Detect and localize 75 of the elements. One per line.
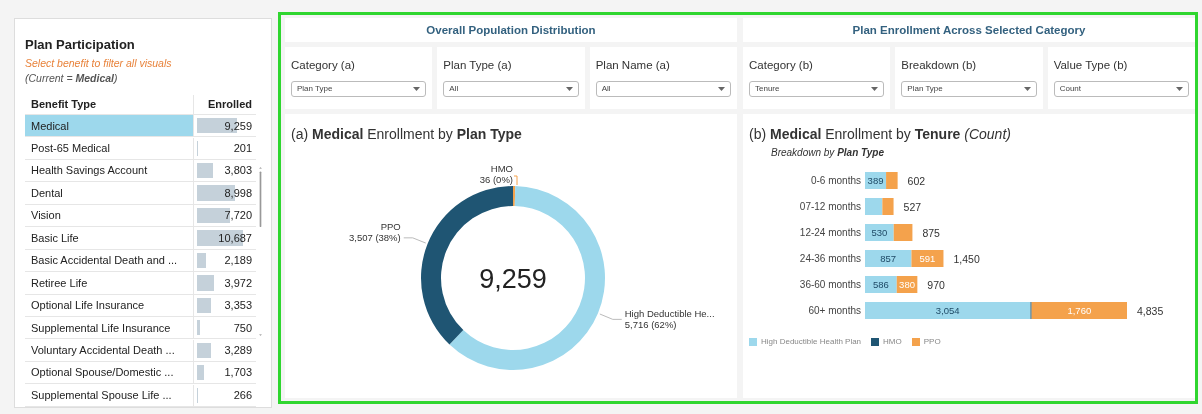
table-cell-text: 3,353 — [224, 298, 252, 314]
filter-label: Category (b) — [749, 58, 814, 73]
category-label: 07-12 months — [799, 201, 861, 212]
filter-label: Breakdown (b) — [901, 58, 978, 73]
segment-label: 389 — [867, 175, 884, 186]
total-value: 9,259 — [479, 264, 547, 294]
dropdown[interactable]: Count — [1053, 81, 1189, 98]
table-cell-text: 3,289 — [224, 343, 252, 359]
table-cell-text: 9,259 — [224, 118, 252, 134]
slice-label: HMO 36 (0%) — [479, 163, 513, 185]
dropdown[interactable]: Tenure — [749, 81, 885, 98]
category-label: 0-6 months — [810, 175, 861, 186]
segment-label: 857 — [880, 253, 897, 264]
table-row-name[interactable]: Voluntary Accidental Death ... — [25, 339, 194, 362]
dropdown[interactable]: Plan Type — [901, 81, 1037, 98]
filter-label: Category (a) — [291, 58, 356, 73]
total-label: 527 — [903, 200, 922, 213]
total-label: 1,450 — [953, 252, 980, 265]
legend-label: HMO — [883, 336, 902, 348]
table-row-name[interactable]: Dental — [25, 182, 194, 205]
table-cell-text: 201 — [233, 140, 252, 156]
table-row-name[interactable]: Post-65 Medical — [25, 137, 194, 160]
table-row-name[interactable]: Vision — [25, 204, 194, 228]
table-cell-text: 3,972 — [224, 275, 252, 291]
panel-title: Plan Participation — [25, 36, 136, 54]
dropdown[interactable]: All — [595, 81, 731, 98]
filter-label: Value Type (b) — [1053, 58, 1129, 73]
table-cell-text: 8,998 — [224, 185, 252, 201]
slice-label: PPO 3,507 (38%) — [348, 220, 401, 243]
table-row-name[interactable]: Retiree Life — [25, 272, 194, 295]
hint-text: Select benefit to filter all visuals — [25, 55, 173, 71]
table-cell-text: 266 — [233, 387, 252, 403]
section-heading: Overall Population Distribution — [285, 18, 737, 42]
dropdown[interactable]: Plan Type — [291, 81, 427, 98]
table-row-name[interactable]: Optional Spouse/Domestic ... — [25, 362, 194, 385]
total-label: 875 — [922, 226, 940, 239]
chart-title: (b) Medical Enrollment by Tenure (Count) — [749, 125, 1012, 144]
total-label: 970 — [927, 278, 945, 291]
segment-label: 3,054 — [935, 305, 960, 316]
table-cell-text: 7,720 — [224, 208, 252, 224]
segment-label: 1,760 — [1067, 305, 1092, 316]
table-row-name[interactable]: Basic Accidental Death and ... — [25, 249, 194, 273]
table-cell-text: 3,803 — [224, 163, 252, 179]
table-row-name[interactable]: Basic Life — [25, 227, 194, 250]
table-cell-text: 750 — [233, 320, 252, 336]
slice-label: High Deductible He... 5,716 (62%) — [624, 308, 715, 331]
current-selection-text: (Current = Medical) — [25, 71, 119, 87]
table-row-name[interactable]: Health Savings Account — [25, 160, 194, 183]
column-header[interactable]: Benefit Type — [31, 96, 97, 113]
segment-label: 530 — [871, 227, 888, 238]
dropdown[interactable]: All — [443, 81, 579, 98]
table-row-name[interactable]: Supplemental Spouse Life ... — [25, 384, 194, 407]
table-cell-text: 10,687 — [218, 230, 252, 246]
filter-label: Plan Type (a) — [443, 58, 513, 73]
table-row-name[interactable]: Medical — [25, 115, 194, 138]
category-label: 60+ months — [808, 305, 861, 316]
table-row-name[interactable]: Optional Life Insurance — [25, 294, 194, 318]
segment-label: 591 — [919, 253, 936, 264]
category-label: 24-36 months — [799, 253, 861, 264]
table-cell-text: 2,189 — [224, 253, 252, 269]
total-label: 4,835 — [1137, 304, 1164, 317]
segment-label: 380 — [899, 279, 915, 290]
table-cell-text: 1,703 — [224, 365, 252, 381]
table-row-name[interactable]: Supplemental Life Insurance — [25, 317, 194, 340]
category-label: 12-24 months — [799, 227, 861, 238]
section-heading: Plan Enrollment Across Selected Category — [743, 18, 1195, 42]
segment-label: 586 — [872, 279, 889, 290]
total-label: 602 — [907, 174, 926, 187]
legend-label: PPO — [923, 336, 941, 348]
filter-label: Plan Name (a) — [595, 58, 671, 73]
legend-label: High Deductible Health Plan — [761, 336, 862, 348]
chart-title: (a) Medical Enrollment by Plan Type — [291, 125, 523, 144]
category-label: 36-60 months — [799, 279, 861, 290]
column-header[interactable]: Enrolled — [208, 96, 252, 113]
chart-subtitle: Breakdown by Plan Type — [771, 146, 886, 160]
